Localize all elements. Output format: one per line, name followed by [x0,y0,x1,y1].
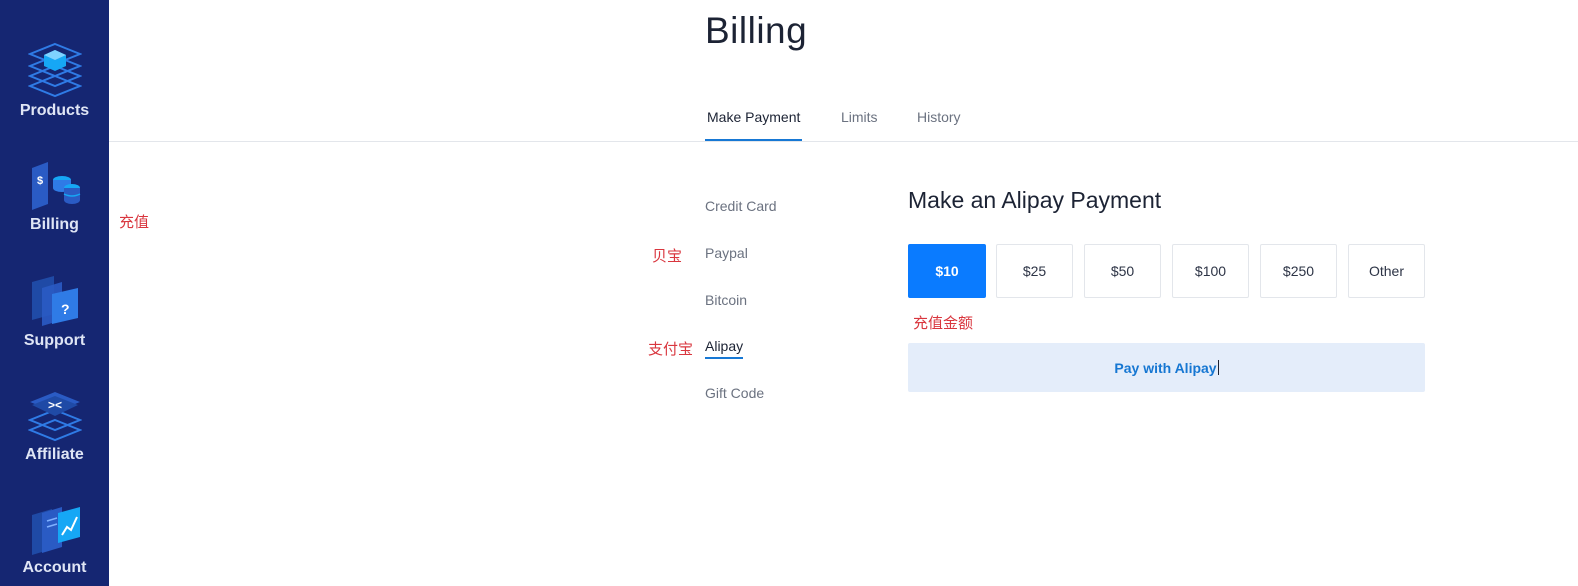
sidebar: Products $ Billing ? Support >< Affiliat… [0,0,109,586]
products-icon [27,42,82,98]
pay-with-alipay-button[interactable]: Pay with Alipay [908,343,1425,392]
affiliate-icon: >< [27,392,82,442]
sidebar-item-products[interactable]: Products [0,42,109,120]
text-cursor [1217,360,1219,375]
page-title: Billing [705,10,808,51]
amount-button-other[interactable]: Other [1348,244,1425,298]
amount-button-100[interactable]: $100 [1172,244,1249,298]
billing-icon: $ [31,162,80,210]
sidebar-item-label: Affiliate [25,446,84,463]
sidebar-item-label: Products [19,102,90,119]
amount-button-50[interactable]: $50 [1084,244,1161,298]
amount-button-10[interactable]: $10 [908,244,986,298]
method-gift-code[interactable]: Gift Code [705,385,764,401]
annotation-recharge: 充值 [119,214,150,231]
method-paypal[interactable]: Paypal [705,245,748,261]
tab-history[interactable]: History [917,109,961,139]
svg-text:$: $ [37,175,43,187]
pay-button-label: Pay with Alipay [1114,359,1217,376]
sidebar-item-label: Support [23,332,86,349]
svg-text:><: >< [48,398,62,412]
sidebar-item-account[interactable]: Account [0,505,109,577]
annotation-amount: 充值金额 [913,315,974,332]
tab-make-payment[interactable]: Make Payment [705,109,803,141]
annotation-paypal: 贝宝 [652,248,683,265]
tabs-divider [109,141,1578,142]
sidebar-item-support[interactable]: ? Support [0,274,109,350]
annotation-alipay: 支付宝 [648,341,694,358]
method-alipay[interactable]: Alipay [705,338,744,359]
sidebar-item-label: Billing [30,216,79,233]
svg-text:?: ? [61,301,70,317]
amount-button-250[interactable]: $250 [1260,244,1337,298]
payment-title: Make an Alipay Payment [908,187,1162,213]
sidebar-item-label: Account [22,559,87,576]
tab-limits[interactable]: Limits [841,109,878,139]
support-icon: ? [31,276,78,326]
sidebar-item-affiliate[interactable]: >< Affiliate [0,390,109,464]
amount-button-25[interactable]: $25 [996,244,1073,298]
method-bitcoin[interactable]: Bitcoin [705,292,747,308]
method-credit-card[interactable]: Credit Card [705,198,777,214]
account-icon [31,507,80,555]
sidebar-item-billing[interactable]: $ Billing [0,160,109,234]
